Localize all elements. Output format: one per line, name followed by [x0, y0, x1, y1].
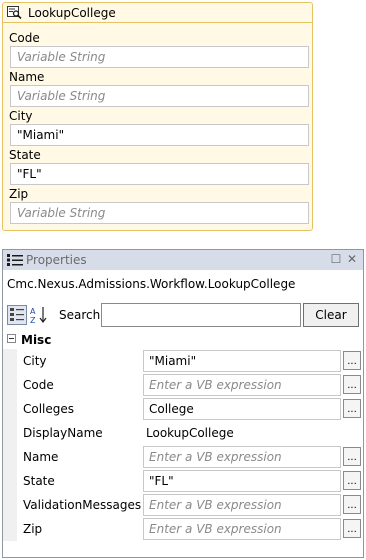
property-grid: City "Miami" ... Code Enter a VB express… — [3, 349, 363, 541]
property-name: City — [23, 354, 47, 368]
property-name: Zip — [23, 522, 43, 536]
property-name: Name — [23, 450, 59, 464]
search-input[interactable] — [101, 303, 301, 327]
property-value-input[interactable]: Enter a VB expression — [143, 374, 341, 396]
properties-title: Properties — [26, 253, 87, 267]
row-gutter — [3, 421, 17, 445]
ellipsis-button[interactable]: ... — [343, 375, 361, 394]
collapse-icon[interactable] — [7, 334, 16, 343]
name-field-input[interactable]: Variable String — [10, 85, 309, 107]
category-label: Misc — [21, 333, 52, 347]
lookup-college-activity[interactable]: LookupCollege Code Variable String Name … — [2, 2, 313, 231]
zip-field-label: Zip — [9, 187, 29, 201]
property-name: Colleges — [23, 402, 75, 416]
property-row-colleges[interactable]: Colleges College ... — [3, 397, 363, 421]
row-gutter — [3, 445, 17, 469]
city-field-input[interactable]: "Miami" — [10, 124, 309, 146]
property-name: DisplayName — [23, 426, 103, 440]
clear-button[interactable]: Clear — [303, 303, 359, 327]
property-name: State — [23, 474, 55, 488]
row-gutter — [3, 397, 17, 421]
property-value-input[interactable]: "Miami" — [143, 350, 341, 372]
properties-list-icon — [7, 253, 23, 267]
property-value-text[interactable]: LookupCollege — [146, 426, 234, 440]
row-gutter — [3, 373, 17, 397]
ellipsis-button[interactable]: ... — [343, 471, 361, 490]
code-field-label: Code — [9, 31, 40, 45]
ellipsis-button[interactable]: ... — [343, 495, 361, 514]
selected-object-path: Cmc.Nexus.Admissions.Workflow.LookupColl… — [7, 277, 296, 291]
row-gutter — [3, 349, 17, 373]
properties-panel: Properties ☐ ✕ Cmc.Nexus.Admissions.Work… — [2, 249, 364, 558]
property-row-state[interactable]: State "FL" ... — [3, 469, 363, 493]
property-value-input[interactable]: College — [143, 398, 341, 420]
close-icon[interactable]: ✕ — [345, 252, 359, 266]
property-row-code[interactable]: Code Enter a VB expression ... — [3, 373, 363, 397]
ellipsis-button[interactable]: ... — [343, 399, 361, 418]
row-gutter — [3, 517, 17, 541]
activity-title: LookupCollege — [28, 5, 116, 20]
state-field-label: State — [9, 148, 41, 162]
row-gutter — [3, 469, 17, 493]
categorized-view-icon[interactable] — [7, 305, 27, 325]
pin-icon[interactable]: ☐ — [329, 252, 343, 266]
ellipsis-button[interactable]: ... — [343, 447, 361, 466]
property-row-city[interactable]: City "Miami" ... — [3, 349, 363, 373]
state-field-input[interactable]: "FL" — [10, 163, 309, 185]
code-field-input[interactable]: Variable String — [10, 46, 309, 68]
search-label: Search: — [59, 308, 105, 322]
property-value-input[interactable]: Enter a VB expression — [143, 494, 341, 516]
property-value-input[interactable]: Enter a VB expression — [143, 446, 341, 468]
properties-titlebar[interactable]: Properties ☐ ✕ — [3, 250, 363, 270]
activity-header[interactable]: LookupCollege — [3, 3, 312, 23]
property-row-zip[interactable]: Zip Enter a VB expression ... — [3, 517, 363, 541]
property-value-input[interactable]: Enter a VB expression — [143, 518, 341, 540]
property-row-name[interactable]: Name Enter a VB expression ... — [3, 445, 363, 469]
ellipsis-button[interactable]: ... — [343, 351, 361, 370]
svg-text:Z: Z — [30, 316, 36, 325]
alphabetical-sort-icon[interactable]: A Z — [29, 305, 49, 325]
name-field-label: Name — [9, 70, 45, 84]
property-name: Code — [23, 378, 54, 392]
zip-field-input[interactable]: Variable String — [10, 202, 309, 224]
property-name: ValidationMessages — [23, 498, 142, 512]
property-row-displayname[interactable]: DisplayName LookupCollege — [3, 421, 363, 445]
property-row-validationmessages[interactable]: ValidationMessages Enter a VB expression… — [3, 493, 363, 517]
category-misc[interactable]: Misc — [3, 331, 363, 349]
property-value-input[interactable]: "FL" — [143, 470, 341, 492]
city-field-label: City — [9, 109, 33, 123]
lookup-activity-icon — [7, 6, 22, 20]
ellipsis-button[interactable]: ... — [343, 519, 361, 538]
svg-text:A: A — [30, 307, 36, 316]
properties-toolbar: A Z Search: Clear — [3, 301, 363, 329]
row-gutter — [3, 493, 17, 517]
